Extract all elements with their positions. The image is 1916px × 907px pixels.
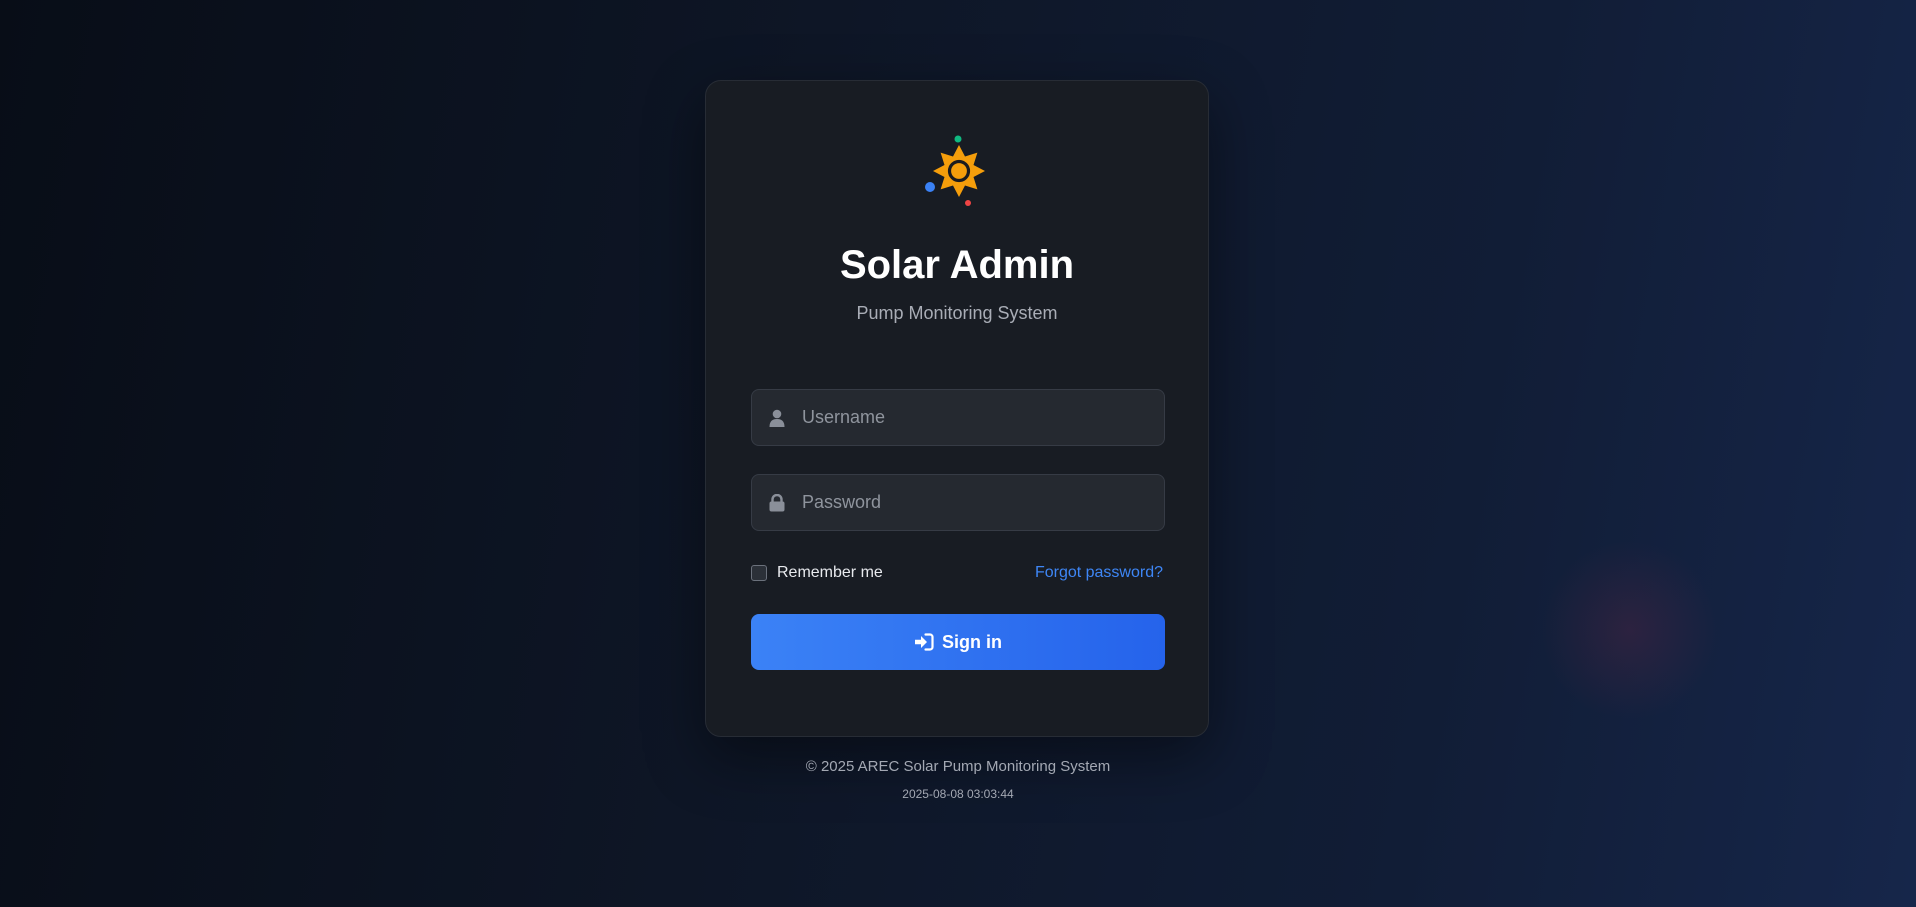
password-field[interactable] [751,474,1165,531]
username-field[interactable] [751,389,1165,446]
sign-in-icon [914,633,934,651]
sun-logo-icon [921,129,993,213]
user-icon [768,409,786,427]
remember-me[interactable]: Remember me [751,562,883,584]
username-input[interactable] [802,390,1152,445]
remember-label: Remember me [777,564,883,581]
lock-icon [768,493,786,512]
remember-checkbox[interactable] [751,565,767,581]
background-glow [1540,540,1720,720]
sign-in-label: Sign in [942,631,1002,652]
forgot-password-link[interactable]: Forgot password? [1035,562,1163,584]
sign-in-button[interactable]: Sign in [751,614,1165,670]
app-title: Solar Admin [839,243,1075,287]
footer-copyright: © 2025 AREC Solar Pump Monitoring System [805,758,1111,775]
password-input[interactable] [802,475,1152,530]
footer-timestamp: 2025-08-08 03:03:44 [902,787,1014,801]
app-subtitle: Pump Monitoring System [856,303,1058,323]
login-card: Solar Admin Pump Monitoring System Remem… [705,80,1209,737]
